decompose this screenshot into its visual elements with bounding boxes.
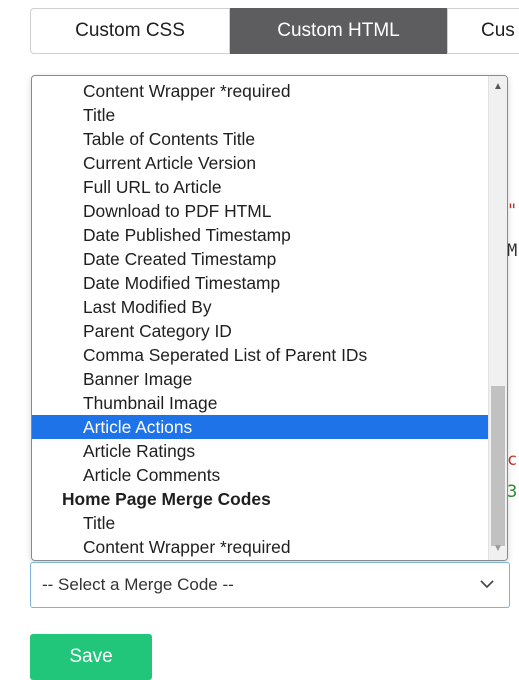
option-item[interactable]: Article Comments: [32, 463, 488, 487]
option-item[interactable]: Download to PDF HTML: [32, 199, 488, 223]
option-item[interactable]: Parent Category ID: [32, 319, 488, 343]
code-fragment: c: [507, 450, 518, 470]
code-fragment: 3: [507, 482, 518, 502]
option-item[interactable]: Article Ratings: [32, 439, 488, 463]
option-item[interactable]: Full URL to Article: [32, 175, 488, 199]
option-item[interactable]: Date Created Timestamp: [32, 247, 488, 271]
tab-custom-css[interactable]: Custom CSS: [30, 8, 230, 54]
option-item[interactable]: Last Modified By: [32, 295, 488, 319]
tab-custom-html[interactable]: Custom HTML: [230, 8, 447, 54]
merge-code-select[interactable]: -- Select a Merge Code --: [30, 562, 510, 608]
option-item[interactable]: Title: [32, 511, 488, 535]
option-item[interactable]: Comma Seperated List of Parent IDs: [32, 343, 488, 367]
tab-custom-more[interactable]: Cus: [447, 8, 519, 54]
merge-code-options: Content Wrapper *required Title Table of…: [32, 79, 488, 559]
option-item[interactable]: Content Wrapper *required: [32, 79, 488, 103]
code-fragment: M: [507, 241, 518, 261]
chevron-down-icon: [480, 580, 494, 589]
option-item[interactable]: Banner Image: [32, 367, 488, 391]
option-item[interactable]: Date Published Timestamp: [32, 223, 488, 247]
tab-bar: Custom CSS Custom HTML Cus: [30, 8, 519, 54]
option-group-label: Home Page Merge Codes: [62, 489, 271, 509]
option-item[interactable]: Current Article Version: [32, 151, 488, 175]
code-fragment: ": [507, 201, 518, 221]
option-item[interactable]: Content Wrapper *required: [32, 535, 488, 559]
save-button[interactable]: Save: [30, 634, 152, 680]
option-item[interactable]: Table of Contents Title: [32, 127, 488, 151]
merge-code-listbox[interactable]: Content Wrapper *required Title Table of…: [31, 75, 508, 561]
option-item[interactable]: Title: [32, 103, 488, 127]
scroll-down-arrow-icon[interactable]: ▼: [489, 540, 507, 558]
listbox-scrollbar[interactable]: ▲ ▼: [488, 76, 507, 560]
scrollbar-thumb[interactable]: [491, 386, 505, 546]
option-item-selected[interactable]: Article Actions: [32, 415, 488, 439]
select-value: -- Select a Merge Code --: [42, 575, 234, 594]
scroll-up-arrow-icon[interactable]: ▲: [489, 78, 507, 96]
option-item[interactable]: Thumbnail Image: [32, 391, 488, 415]
option-item[interactable]: Date Modified Timestamp: [32, 271, 488, 295]
